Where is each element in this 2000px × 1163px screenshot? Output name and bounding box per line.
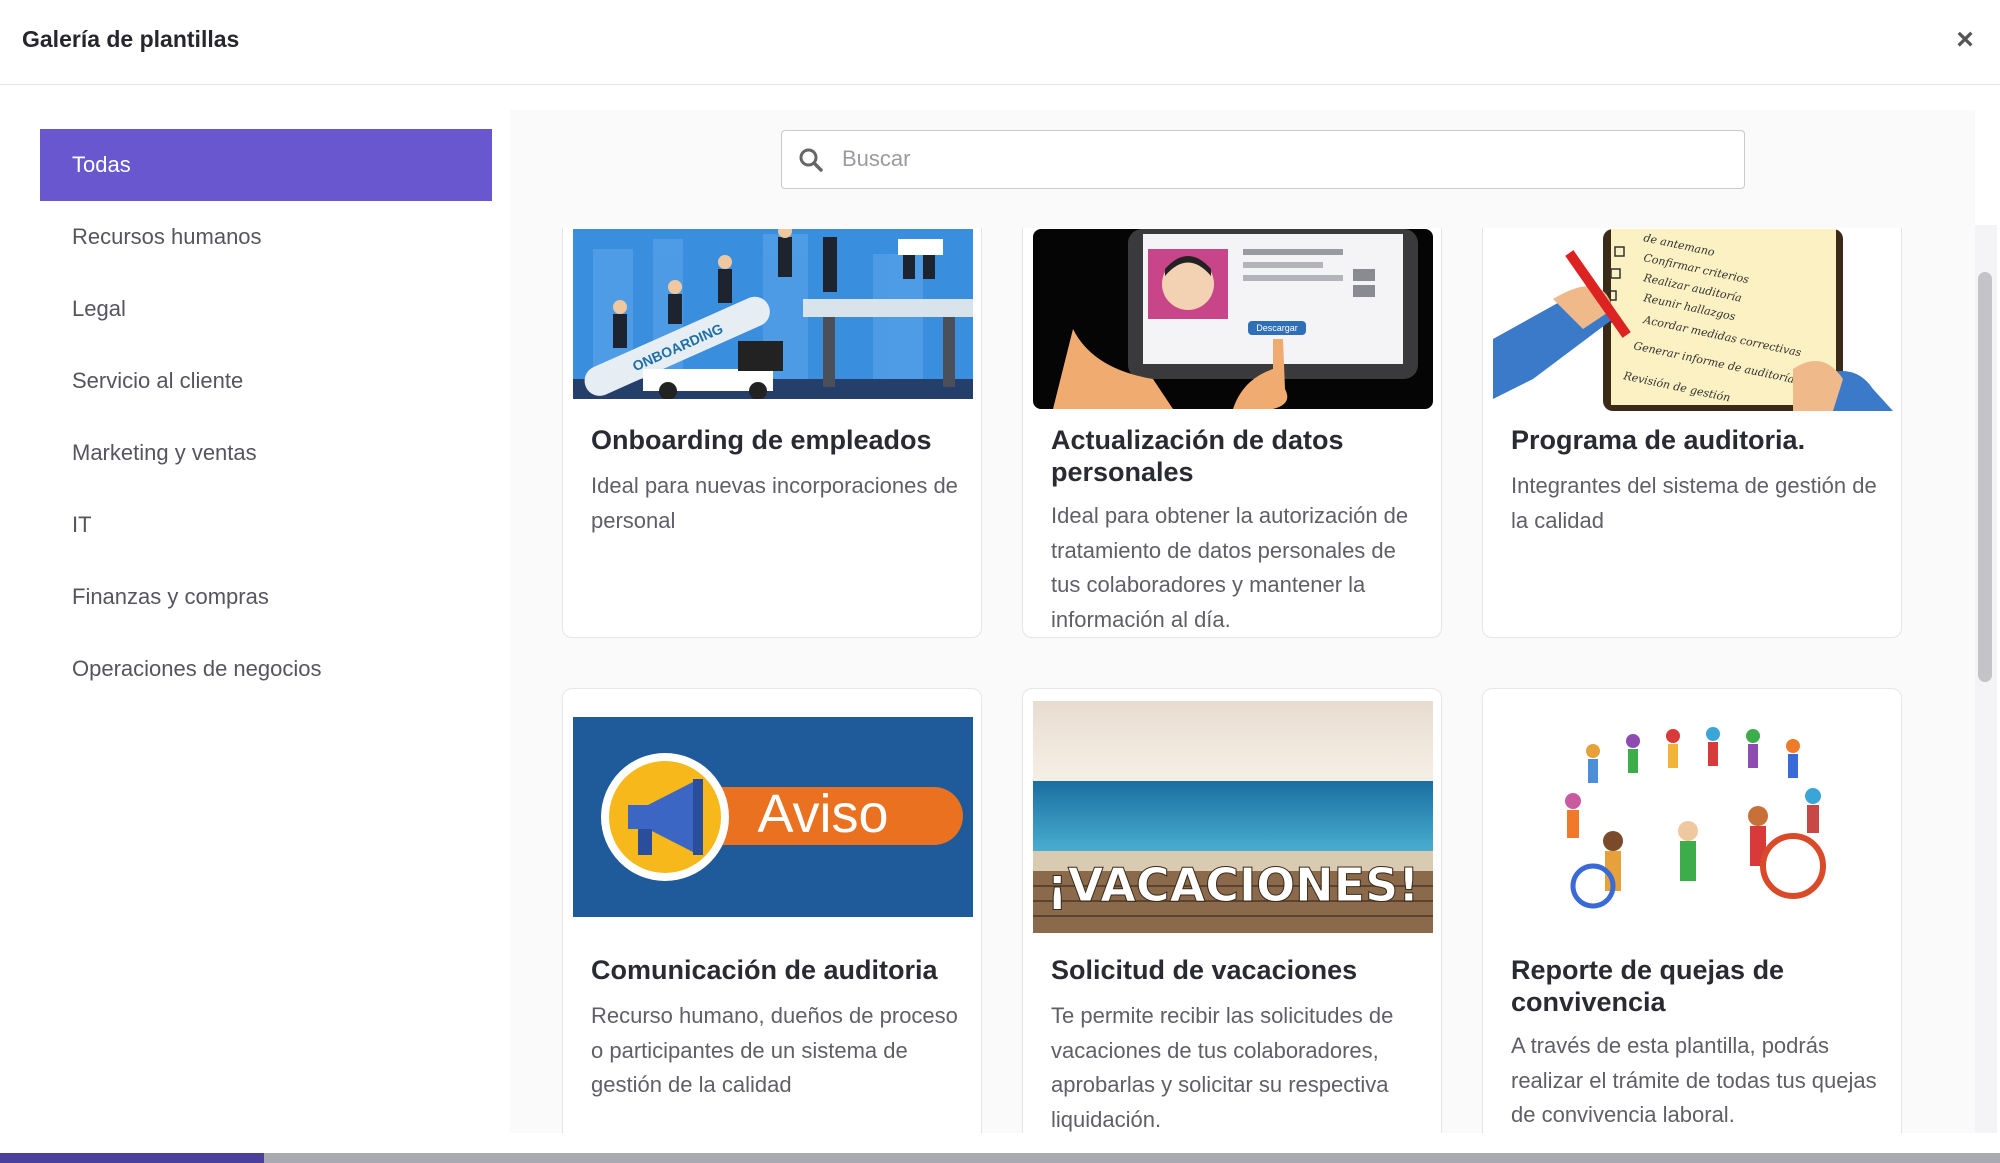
sidebar-item-finanzas-y-compras[interactable]: Finanzas y compras xyxy=(40,561,492,633)
tablet-illustration: Descargar xyxy=(1033,229,1433,409)
sidebar-item-it[interactable]: IT xyxy=(40,489,492,561)
search-input[interactable] xyxy=(842,131,1722,187)
card-description: Ideal para obtener la autorización de tr… xyxy=(1051,503,1409,632)
card-description: Ideal para nuevas incorporaciones de per… xyxy=(591,473,958,533)
horizontal-scrollbar-thumb[interactable] xyxy=(0,1153,264,1163)
people-circle-illustration xyxy=(1493,701,1893,933)
sidebar-item-servicio-al-cliente[interactable]: Servicio al cliente xyxy=(40,345,492,417)
template-card-programa-auditoria[interactable]: de antemano Confirmar criterios Realizar… xyxy=(1482,228,1902,638)
sidebar-item-operaciones-de-negocios[interactable]: Operaciones de negocios xyxy=(40,633,492,705)
card-description: Te permite recibir las solicitudes de va… xyxy=(1051,1003,1394,1132)
card-title: Comunicación de auditoria xyxy=(591,955,938,985)
horizontal-scrollbar-track[interactable] xyxy=(0,1153,2000,1163)
sidebar-item-recursos-humanos[interactable]: Recursos humanos xyxy=(40,201,492,273)
card-title: Reporte de quejas de convivencia xyxy=(1511,955,1785,1017)
onboarding-illustration: ONBOARDING xyxy=(573,229,973,399)
card-description: Recurso humano, dueños de proceso o part… xyxy=(591,1003,958,1097)
aviso-illustration: Aviso xyxy=(573,717,973,917)
card-title: Onboarding de empleados xyxy=(591,425,932,455)
vacaciones-beach-illustration: ¡VACACIONES! xyxy=(1033,701,1433,933)
svg-text:Aviso: Aviso xyxy=(757,784,888,844)
template-card-onboarding[interactable]: ONBOARDING Onboarding de empleados Ideal… xyxy=(562,228,982,638)
template-grid: ONBOARDING Onboarding de empleados Ideal… xyxy=(510,228,1975,1133)
template-card-actualizacion-datos[interactable]: Descargar Actualización de datos persona… xyxy=(1022,228,1442,638)
audit-checklist-illustration: de antemano Confirmar criterios Realizar… xyxy=(1493,229,1893,411)
modal-header: Galería de plantillas × xyxy=(0,0,2000,85)
search-icon xyxy=(799,148,823,172)
card-title: Actualización de datos personales xyxy=(1051,425,1344,487)
svg-text:Descargar: Descargar xyxy=(1256,323,1298,333)
card-title: Solicitud de vacaciones xyxy=(1051,955,1358,985)
close-button[interactable]: × xyxy=(1950,22,1980,58)
sidebar-item-marketing-y-ventas[interactable]: Marketing y ventas xyxy=(40,417,492,489)
vertical-scrollbar-thumb[interactable] xyxy=(1978,272,1992,682)
search-box[interactable] xyxy=(781,130,1745,189)
card-title: Programa de auditoria. xyxy=(1511,425,1806,455)
svg-text:¡VACACIONES!: ¡VACACIONES! xyxy=(1047,858,1419,912)
card-description: A través de esta plantilla, podrás reali… xyxy=(1511,1033,1877,1127)
template-card-solicitud-vacaciones[interactable]: ¡VACACIONES! Solicitud de vacaciones Te … xyxy=(1022,688,1442,1133)
sidebar-item-legal[interactable]: Legal xyxy=(40,273,492,345)
sidebar-item-todas[interactable]: Todas xyxy=(40,129,492,201)
template-card-reporte-quejas[interactable]: Reporte de quejas de convivencia A travé… xyxy=(1482,688,1902,1133)
modal-title: Galería de plantillas xyxy=(22,26,240,52)
template-gallery-main: ONBOARDING Onboarding de empleados Ideal… xyxy=(510,110,1975,1133)
template-card-comunicacion-auditoria[interactable]: Aviso Comunicación de auditoria Recurso … xyxy=(562,688,982,1133)
card-description: Integrantes del sistema de gestión de la… xyxy=(1511,473,1877,533)
category-sidebar: Todas Recursos humanos Legal Servicio al… xyxy=(40,129,492,705)
